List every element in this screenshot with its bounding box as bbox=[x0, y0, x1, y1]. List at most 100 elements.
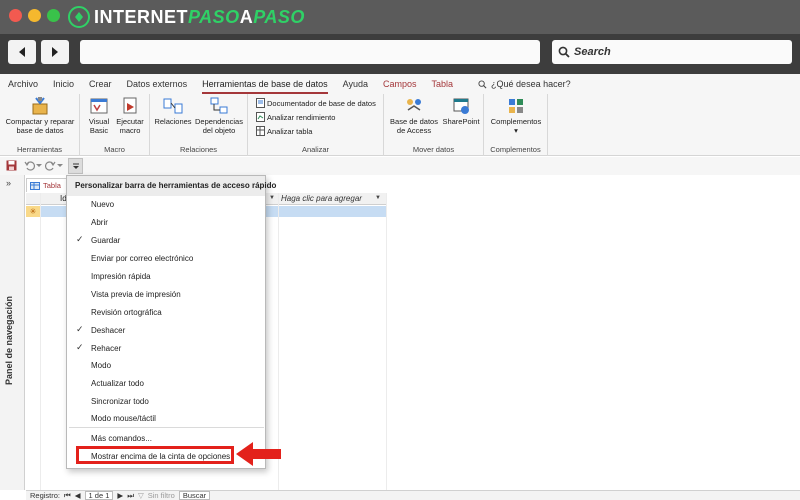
tell-me-box[interactable]: ¿Qué desea hacer? bbox=[478, 79, 571, 89]
menu-item-label: Guardar bbox=[91, 236, 121, 245]
first-record-icon[interactable]: ⏮ bbox=[64, 491, 71, 500]
menu-item-label: Impresión rápida bbox=[91, 272, 151, 281]
close-window-button[interactable] bbox=[9, 9, 22, 22]
compact-repair-button[interactable]: Compactar y reparar base de datos bbox=[4, 96, 76, 135]
address-bar[interactable] bbox=[80, 40, 540, 64]
minimize-window-button[interactable] bbox=[28, 9, 41, 22]
menu-item-nuevo[interactable]: Nuevo bbox=[67, 196, 265, 213]
new-record-selector-icon[interactable]: ✳ bbox=[26, 206, 40, 217]
menu-item-label: Rehacer bbox=[91, 344, 122, 353]
undo-dropdown-icon[interactable] bbox=[36, 160, 42, 171]
record-number-input[interactable]: 1 de 1 bbox=[84, 491, 114, 500]
menu-item-label: Nuevo bbox=[91, 200, 115, 209]
forward-button[interactable] bbox=[41, 40, 69, 64]
menu-item-label: Enviar por correo electrónico bbox=[91, 254, 194, 263]
search-icon bbox=[558, 46, 570, 58]
menu-item-sincronizar-todo[interactable]: Sincronizar todo bbox=[67, 393, 265, 410]
relations-button[interactable]: Relaciones bbox=[154, 96, 192, 126]
navigation-pane-label[interactable]: Panel de navegación bbox=[4, 265, 14, 385]
zoom-window-button[interactable] bbox=[47, 9, 60, 22]
menu-item-rehacer[interactable]: ✓ Rehacer bbox=[67, 340, 265, 357]
menu-item-label: Vista previa de impresión bbox=[91, 290, 181, 299]
tab-herramientas-base-datos[interactable]: Herramientas de base de datos bbox=[202, 79, 328, 94]
analyze-performance-button[interactable]: Analizar rendimiento bbox=[256, 112, 335, 122]
documenter-button[interactable]: Documentador de base de datos bbox=[256, 98, 376, 108]
search-records-input[interactable]: Buscar bbox=[178, 491, 211, 500]
menu-item-modo[interactable]: Modo bbox=[67, 357, 265, 374]
visual-basic-icon bbox=[90, 98, 108, 114]
menu-item-abrir[interactable]: Abrir bbox=[67, 214, 265, 231]
tab-archivo[interactable]: Archivo bbox=[8, 79, 38, 89]
dependencies-icon bbox=[210, 97, 228, 114]
group-label-macro: Macro bbox=[104, 145, 125, 154]
add-column-dropdown-icon[interactable]: ▼ bbox=[375, 195, 381, 201]
tab-inicio[interactable]: Inicio bbox=[53, 79, 74, 89]
group-herramientas: Compactar y reparar base de datos Herram… bbox=[0, 94, 80, 156]
document-tab-label: Tabla bbox=[43, 181, 61, 190]
search-input[interactable]: Search bbox=[552, 40, 792, 64]
menu-item-guardar[interactable]: ✓ Guardar bbox=[67, 232, 265, 249]
access-database-label-2: de Access bbox=[396, 126, 432, 135]
grid-line bbox=[40, 193, 41, 490]
undo-icon[interactable] bbox=[24, 160, 35, 171]
menu-item-actualizar-todo[interactable]: Actualizar todo bbox=[67, 375, 265, 392]
tab-ayuda[interactable]: Ayuda bbox=[343, 79, 368, 89]
menu-item-label: Revisión ortográfica bbox=[91, 308, 162, 317]
menu-item-impresion-rapida[interactable]: Impresión rápida bbox=[67, 268, 265, 285]
expand-navigation-button[interactable]: » bbox=[6, 178, 11, 188]
sharepoint-button[interactable]: SharePoint bbox=[440, 96, 482, 126]
group-label-analizar: Analizar bbox=[301, 145, 330, 154]
compact-repair-icon bbox=[32, 97, 48, 115]
id-column-dropdown-icon[interactable]: ▼ bbox=[269, 195, 275, 201]
tab-campos[interactable]: Campos bbox=[383, 79, 417, 89]
logo-icon bbox=[68, 6, 90, 28]
dependencies-label-2: del objeto bbox=[202, 126, 236, 135]
prev-record-icon[interactable]: ◀ bbox=[75, 491, 81, 500]
tab-crear[interactable]: Crear bbox=[89, 79, 112, 89]
analyze-table-label: Analizar tabla bbox=[267, 126, 313, 136]
menu-item-revision-ortografica[interactable]: Revisión ortográfica bbox=[67, 304, 265, 321]
tab-datos-externos[interactable]: Datos externos bbox=[127, 79, 188, 89]
menu-item-enviar-correo[interactable]: Enviar por correo electrónico bbox=[67, 250, 265, 267]
back-button[interactable] bbox=[8, 40, 36, 64]
no-filter-label[interactable]: Sin filtro bbox=[148, 491, 175, 500]
menu-item-label: Deshacer bbox=[91, 326, 126, 335]
group-label-herramientas: Herramientas bbox=[16, 145, 62, 154]
menu-item-label: Modo mouse/táctil bbox=[91, 414, 156, 423]
menu-item-vista-previa[interactable]: Vista previa de impresión bbox=[67, 286, 265, 303]
next-record-icon[interactable]: ▶ bbox=[117, 491, 123, 500]
group-label-relaciones: Relaciones bbox=[179, 145, 218, 154]
redo-dropdown-icon[interactable] bbox=[57, 160, 63, 171]
addins-button[interactable]: Complementos ▾ bbox=[488, 96, 544, 135]
object-dependencies-button[interactable]: Dependencias del objeto bbox=[194, 96, 244, 135]
menu-item-label: Sincronizar todo bbox=[91, 397, 149, 406]
run-macro-button[interactable]: Ejecutar macro bbox=[114, 96, 146, 135]
sharepoint-label: SharePoint bbox=[442, 117, 480, 126]
access-database-button[interactable]: Base de datos de Access bbox=[388, 96, 440, 135]
add-column-header[interactable]: Haga clic para agregar bbox=[281, 194, 362, 203]
analyze-table-button[interactable]: Analizar tabla bbox=[256, 126, 312, 136]
redo-icon[interactable] bbox=[45, 160, 56, 171]
run-macro-icon bbox=[123, 97, 137, 114]
group-complementos: Complementos ▾ Complementos bbox=[484, 94, 548, 156]
table-icon bbox=[30, 181, 40, 190]
last-record-icon[interactable]: ⏭ bbox=[127, 491, 134, 500]
save-icon[interactable] bbox=[6, 160, 17, 171]
tab-tabla[interactable]: Tabla bbox=[432, 79, 454, 89]
customize-qat-button[interactable] bbox=[68, 158, 83, 174]
group-analizar: Documentador de base de datos Analizar r… bbox=[248, 94, 384, 156]
visual-basic-label-1: Visual bbox=[88, 117, 110, 126]
group-label-mover: Mover datos bbox=[412, 145, 455, 154]
annotation-arrow-icon bbox=[236, 442, 281, 466]
checkmark-icon: ✓ bbox=[76, 234, 84, 244]
checkmark-icon: ✓ bbox=[76, 324, 84, 334]
record-navigation-bar: Registro: ⏮ ◀ 1 de 1 ▶ ⏭ ▽ Sin filtro Bu… bbox=[26, 490, 800, 500]
run-macro-label-1: Ejecutar bbox=[116, 117, 144, 126]
relations-icon bbox=[163, 98, 183, 114]
visual-basic-button[interactable]: Visual Basic bbox=[86, 96, 112, 135]
menu-item-modo-mouse-tactil[interactable]: Modo mouse/táctil bbox=[67, 410, 265, 427]
document-tab[interactable]: Tabla bbox=[26, 178, 70, 192]
menu-separator bbox=[69, 427, 264, 428]
tell-me-label: ¿Qué desea hacer? bbox=[491, 79, 571, 89]
menu-item-deshacer[interactable]: ✓ Deshacer bbox=[67, 322, 265, 339]
